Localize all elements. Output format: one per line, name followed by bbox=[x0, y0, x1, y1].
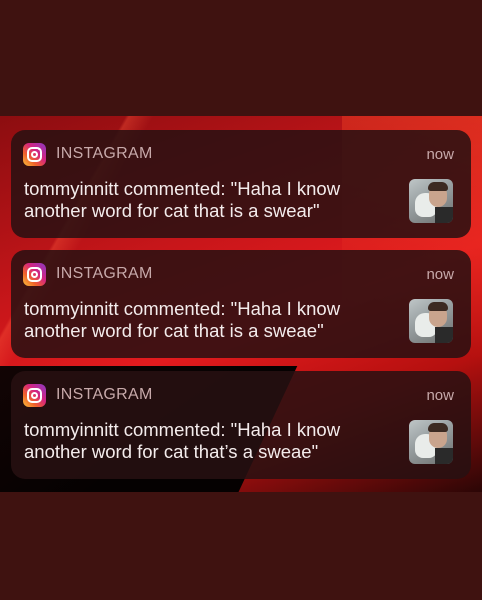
instagram-icon bbox=[23, 142, 46, 166]
notification-card[interactable]: INSTAGRAM now tommyinnitt commented: "Ha… bbox=[11, 130, 471, 238]
notification-header: INSTAGRAM bbox=[23, 262, 153, 286]
post-thumbnail[interactable] bbox=[409, 299, 453, 343]
app-name: INSTAGRAM bbox=[56, 145, 153, 162]
notification-time: now bbox=[426, 266, 454, 283]
instagram-icon bbox=[23, 383, 46, 407]
notification-message: tommyinnitt commented: "Haha I know anot… bbox=[24, 298, 341, 341]
post-thumbnail[interactable] bbox=[409, 420, 453, 464]
app-name: INSTAGRAM bbox=[56, 265, 153, 282]
notification-header: INSTAGRAM bbox=[23, 142, 153, 166]
notification-header: INSTAGRAM bbox=[23, 383, 153, 407]
instagram-icon bbox=[23, 262, 46, 286]
notification-time: now bbox=[426, 387, 454, 404]
notification-card[interactable]: INSTAGRAM now tommyinnitt commented: "Ha… bbox=[11, 371, 471, 479]
notification-message: tommyinnitt commented: "Haha I know anot… bbox=[24, 419, 341, 462]
app-name: INSTAGRAM bbox=[56, 386, 153, 403]
lock-screen: INSTAGRAM now tommyinnitt commented: "Ha… bbox=[0, 116, 482, 492]
notification-message: tommyinnitt commented: "Haha I know anot… bbox=[24, 178, 341, 221]
post-thumbnail[interactable] bbox=[409, 179, 453, 223]
notification-time: now bbox=[426, 146, 454, 163]
notification-card[interactable]: INSTAGRAM now tommyinnitt commented: "Ha… bbox=[11, 250, 471, 358]
